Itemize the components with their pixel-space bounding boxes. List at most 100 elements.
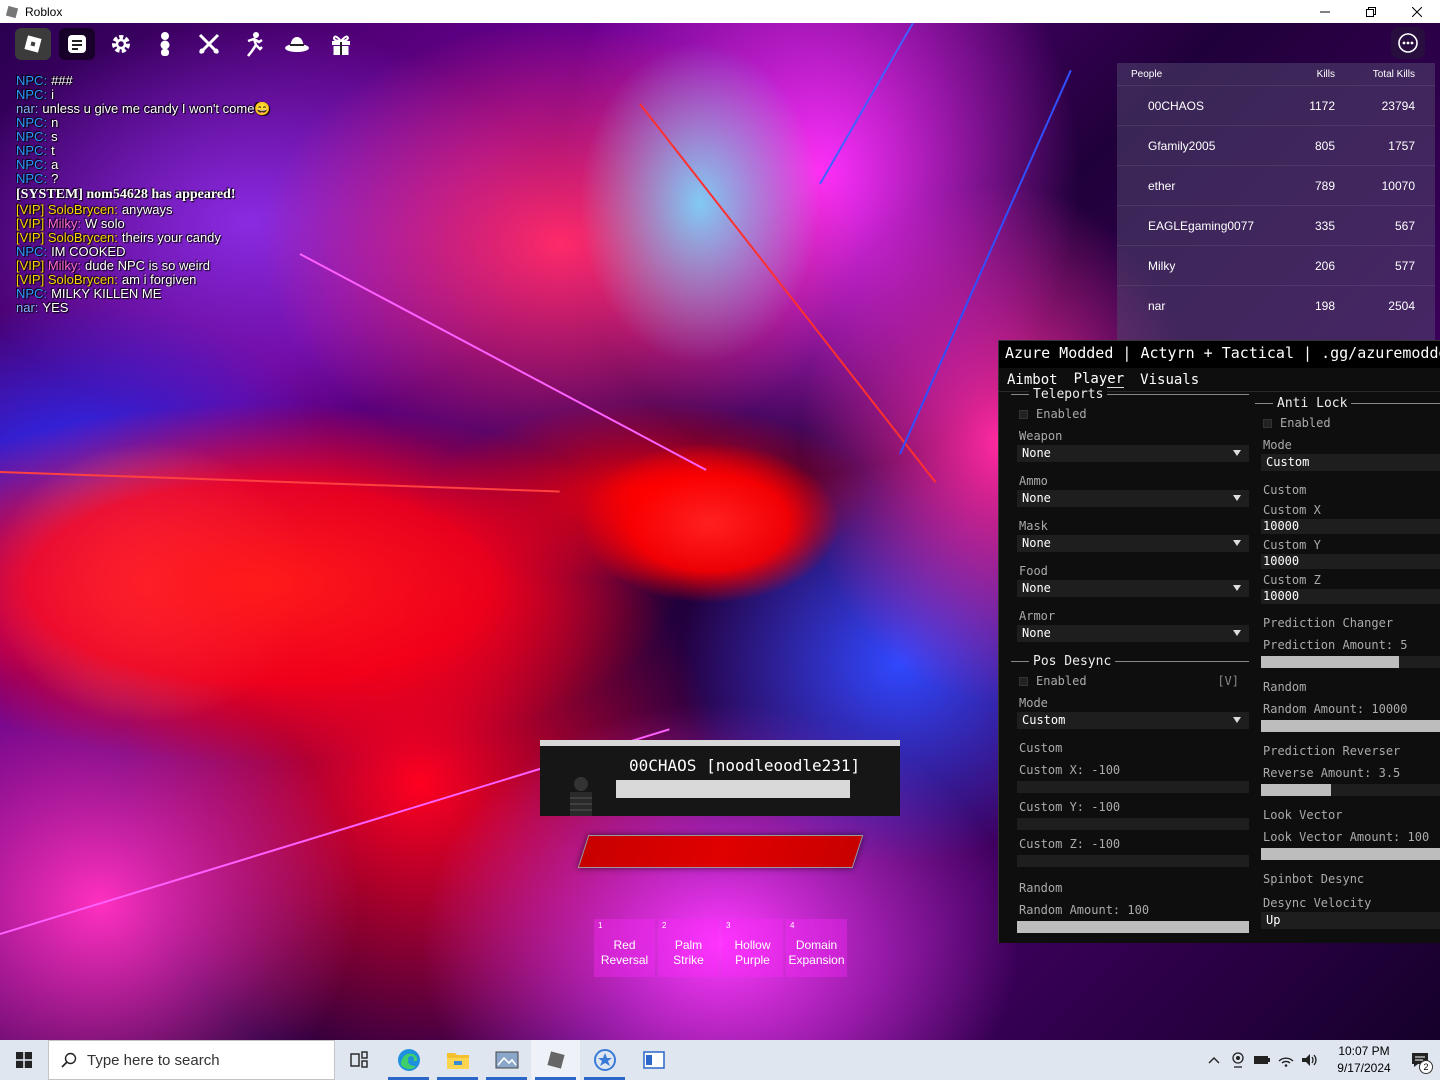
- custom-y-slider[interactable]: [1017, 818, 1249, 830]
- custom-label: Custom: [1263, 483, 1307, 497]
- taskbar-roblox[interactable]: [531, 1040, 580, 1080]
- weapon-dropdown[interactable]: None: [1017, 445, 1249, 462]
- ability-name: Palm: [674, 938, 703, 952]
- random-label[interactable]: Random: [1255, 678, 1440, 696]
- hotbar-slot-1[interactable]: 1 Red Reversal: [594, 919, 655, 977]
- taskbar-edge[interactable]: [384, 1040, 433, 1080]
- custom-x-input[interactable]: 10000: [1261, 519, 1440, 534]
- taskbar-app-star[interactable]: [580, 1040, 629, 1080]
- photos-app-icon: [495, 1051, 518, 1069]
- taskbar-clock[interactable]: 10:07 PM 9/17/2024: [1328, 1043, 1400, 1077]
- notification-center-button[interactable]: 2: [1400, 1052, 1440, 1074]
- roblox-menu-button[interactable]: [15, 28, 51, 60]
- taskbar-file-explorer[interactable]: [433, 1040, 482, 1080]
- chat-sender: nar:: [16, 102, 39, 116]
- header-total-kills: Total Kills: [1372, 68, 1415, 80]
- anti-lock-mode-label: Mode: [1263, 438, 1292, 452]
- gear-icon: [112, 35, 130, 53]
- gift-button[interactable]: [323, 28, 359, 60]
- tab-visuals[interactable]: Visuals: [1140, 372, 1199, 388]
- tab-player[interactable]: Player: [1073, 371, 1125, 388]
- health-fill: [616, 780, 850, 798]
- taskbar-search-box[interactable]: Type here to search: [48, 1040, 335, 1080]
- chat-text: IM COOKED: [51, 245, 126, 259]
- chat-sender: NPC:: [16, 130, 48, 144]
- chat-button[interactable]: [59, 28, 95, 60]
- tray-app-icon[interactable]: [1226, 1052, 1250, 1068]
- ability-name: Expansion: [788, 953, 845, 967]
- volume-indicator[interactable]: [1298, 1053, 1322, 1067]
- look-vector-amount-slider[interactable]: [1261, 848, 1440, 860]
- close-icon: [1412, 6, 1422, 17]
- weapon-label: Weapon: [1019, 429, 1063, 443]
- leaderboard-row[interactable]: nar 198 2504: [1117, 285, 1435, 325]
- prediction-reverser-label[interactable]: Prediction Reverser: [1255, 742, 1440, 760]
- player-name: Gfamily2005: [1148, 138, 1216, 153]
- anti-lock-enabled-toggle[interactable]: Enabled: [1255, 414, 1440, 432]
- target-hud: 00CHAOS [noodleoodle231]: [540, 740, 900, 816]
- dropdown-arrow-icon: [1233, 540, 1241, 546]
- leaderboard-row[interactable]: EAGLEgaming0077 335 567: [1117, 205, 1435, 245]
- checkbox[interactable]: [1263, 418, 1272, 428]
- run-button[interactable]: [235, 28, 271, 60]
- reverse-amount-slider[interactable]: [1261, 784, 1440, 796]
- anti-lock-mode-dropdown[interactable]: Custom: [1261, 454, 1440, 471]
- leaderboard-row[interactable]: Milky 206 577: [1117, 245, 1435, 285]
- network-indicator[interactable]: [1274, 1053, 1298, 1067]
- mask-dropdown[interactable]: None: [1017, 535, 1249, 552]
- minimize-icon: [1320, 11, 1330, 12]
- taskbar-app-window[interactable]: [629, 1040, 678, 1080]
- more-options-button[interactable]: [1391, 27, 1425, 59]
- light-streak: [0, 471, 560, 493]
- leaderboard-row[interactable]: Gfamily2005 805 1757: [1117, 125, 1435, 165]
- hotbar-slot-3[interactable]: 3 Hollow Purple: [722, 919, 783, 977]
- custom-x-slider[interactable]: [1017, 781, 1249, 793]
- custom-y-input[interactable]: 10000: [1261, 554, 1440, 569]
- show-hidden-icons-button[interactable]: [1202, 1056, 1226, 1064]
- spinbot-desync-label[interactable]: Spinbot Desync: [1255, 870, 1440, 888]
- hotbar-slot-2[interactable]: 2 Palm Strike: [658, 919, 719, 977]
- player-kills: 805: [1314, 138, 1335, 153]
- look-vector-label[interactable]: Look Vector: [1255, 806, 1440, 824]
- armor-dropdown[interactable]: None: [1017, 625, 1249, 642]
- custom-z-input[interactable]: 10000: [1261, 589, 1440, 604]
- random-amount-slider[interactable]: [1261, 720, 1440, 732]
- anti-lock-section-title: Anti Lock: [1255, 396, 1440, 411]
- task-view-button[interactable]: [335, 1040, 384, 1080]
- pos-desync-mode-dropdown[interactable]: Custom: [1017, 712, 1249, 729]
- ammo-dropdown[interactable]: None: [1017, 490, 1249, 507]
- leaderboard-row[interactable]: ether 789 10070: [1117, 165, 1435, 205]
- prediction-changer-label[interactable]: Prediction Changer: [1255, 614, 1440, 632]
- taskbar-photos[interactable]: [482, 1040, 531, 1080]
- start-button[interactable]: [0, 1040, 48, 1080]
- food-label: Food: [1019, 564, 1048, 578]
- prediction-amount-slider[interactable]: [1261, 656, 1440, 668]
- hat-button[interactable]: [279, 28, 315, 60]
- ability-hotbar: 1 Red Reversal 2 Palm Strike 3 Hollow Purple 4…: [594, 919, 847, 977]
- checkbox[interactable]: [1019, 676, 1028, 686]
- settings-button[interactable]: [103, 28, 139, 60]
- minimize-button[interactable]: [1302, 0, 1348, 23]
- tab-aimbot[interactable]: Aimbot: [1007, 372, 1058, 388]
- leaderboard-row[interactable]: 00CHAOS 1172 23794: [1117, 85, 1435, 125]
- food-dropdown[interactable]: None: [1017, 580, 1249, 597]
- keybind-label[interactable]: [V]: [1217, 674, 1239, 688]
- close-button[interactable]: [1394, 0, 1440, 23]
- webcam-icon: [1232, 1052, 1244, 1068]
- restore-button[interactable]: [1348, 0, 1394, 23]
- desync-velocity-dropdown[interactable]: Up: [1261, 912, 1440, 929]
- hotbar-slot-4[interactable]: 4 Domain Expansion: [786, 919, 847, 977]
- teleports-section-title: Teleports: [1011, 387, 1249, 402]
- random-amount-slider[interactable]: [1017, 921, 1249, 933]
- leaderboard-header: People Kills Total Kills: [1117, 63, 1435, 85]
- pos-desync-enabled-toggle[interactable]: Enabled [V]: [1011, 672, 1249, 690]
- chat-text: theirs your candy: [121, 231, 221, 245]
- combat-button[interactable]: [191, 28, 227, 60]
- panel-title[interactable]: Azure Modded | Actyrn + Tactical | .gg/a…: [999, 341, 1440, 368]
- emote-button[interactable]: [147, 28, 183, 60]
- checkbox[interactable]: [1019, 409, 1028, 419]
- battery-indicator[interactable]: [1250, 1054, 1274, 1066]
- player-total-kills: 23794: [1381, 98, 1415, 113]
- teleports-enabled-toggle[interactable]: Enabled: [1011, 405, 1249, 423]
- custom-z-slider[interactable]: [1017, 855, 1249, 867]
